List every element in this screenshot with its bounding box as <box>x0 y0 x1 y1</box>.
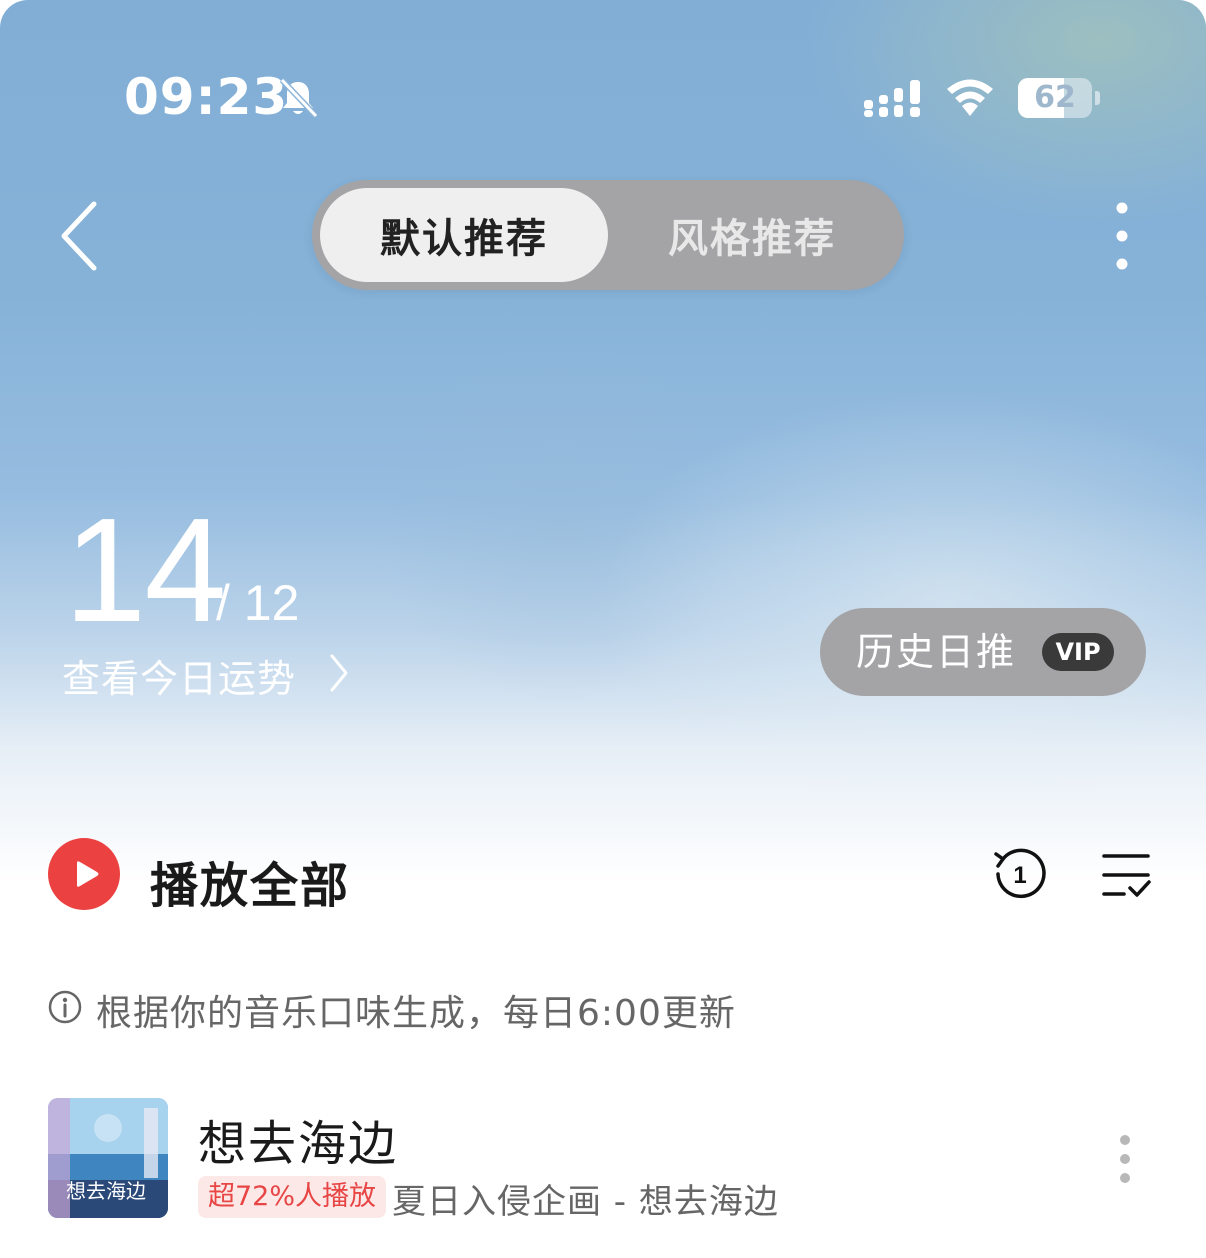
list-check-icon[interactable] <box>1100 850 1152 900</box>
history-recommend-button[interactable]: 历史日推 VIP <box>820 608 1146 696</box>
album-cover-art: 想去海边 <box>48 1098 168 1218</box>
more-vertical-icon[interactable] <box>1100 196 1144 276</box>
play-icon <box>77 861 99 887</box>
recommend-mode-switch: 默认推荐 风格推荐 <box>312 180 904 290</box>
popularity-tag: 超72%人播放 <box>198 1176 387 1218</box>
vip-badge: VIP <box>1042 633 1114 671</box>
play-all-label[interactable]: 播放全部 <box>150 846 350 916</box>
replay-one-icon[interactable]: 1 <box>990 844 1050 904</box>
hero-background <box>0 0 1206 960</box>
chevron-right-icon <box>330 654 348 692</box>
date-day: 14 <box>64 488 227 653</box>
bell-slash-icon <box>279 77 319 119</box>
battery-tip <box>1095 91 1100 105</box>
wifi-icon <box>947 79 993 116</box>
song-artist-album: 夏日入侵企画 - 想去海边 <box>392 1182 779 1222</box>
chevron-left-icon[interactable] <box>54 196 108 276</box>
history-recommend-label: 历史日推 <box>856 630 1017 674</box>
info-icon <box>48 990 82 1024</box>
date-month: / 12 <box>216 575 300 631</box>
song-more-icon[interactable] <box>1108 1132 1142 1186</box>
battery-icon: 62 <box>1018 78 1092 118</box>
update-info-text: 根据你的音乐口味生成，每日6:00更新 <box>96 993 736 1034</box>
status-time: 09:23 <box>124 68 289 126</box>
album-cover[interactable]: 想去海边 <box>48 1098 168 1218</box>
album-cover-caption: 想去海边 <box>66 1179 146 1203</box>
play-all-button[interactable] <box>48 838 120 910</box>
battery-percent: 62 <box>1034 80 1076 115</box>
daily-recommend-screen: 09:23 62 默认推荐 风格推荐 14 / 12 查看今日运势 历史日推 V… <box>0 0 1206 1258</box>
tab-default-recommend[interactable]: 默认推荐 <box>320 188 608 282</box>
svg-text:1: 1 <box>1013 862 1026 889</box>
fortune-link[interactable]: 查看今日运势 <box>62 648 296 703</box>
tab-style-recommend[interactable]: 风格推荐 <box>608 188 896 282</box>
song-title[interactable]: 想去海边 <box>198 1104 398 1174</box>
signal-icon <box>864 80 920 117</box>
